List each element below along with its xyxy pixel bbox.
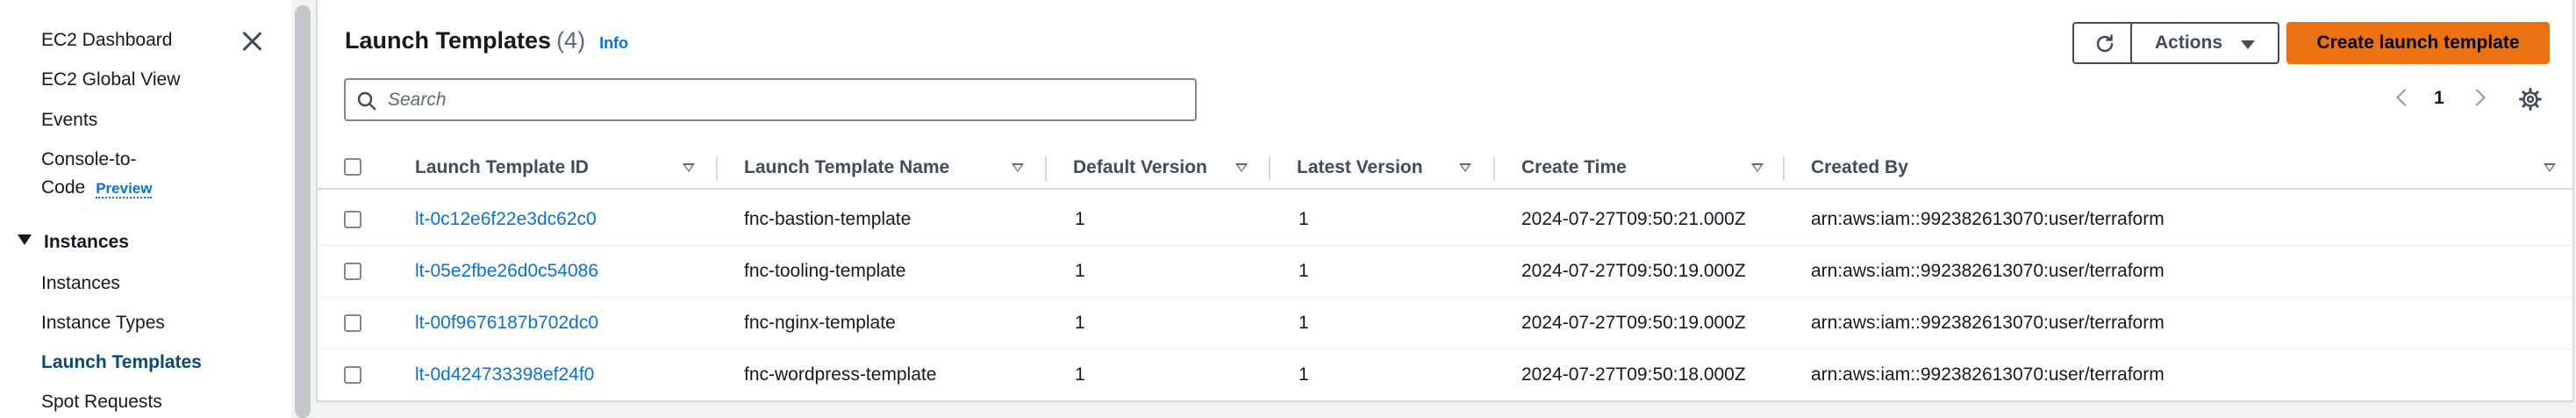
refresh-icon bbox=[2096, 34, 2114, 53]
cell-template-name: fnc-tooling-template bbox=[744, 261, 906, 281]
sidebar-item-ec2-dashboard[interactable]: EC2 Dashboard bbox=[41, 29, 172, 52]
preview-badge[interactable]: Preview bbox=[96, 180, 153, 198]
row-checkbox[interactable] bbox=[344, 263, 361, 280]
sort-icon[interactable] bbox=[1459, 163, 1471, 172]
sidebar-section-label[interactable]: Instances bbox=[44, 232, 129, 252]
row-checkbox[interactable] bbox=[344, 211, 361, 228]
launch-template-id-link[interactable]: lt-05e2fbe26d0c54086 bbox=[415, 261, 598, 282]
chevron-right-icon[interactable] bbox=[2468, 89, 2486, 106]
sidebar-item-instance-types[interactable]: Instance Types bbox=[41, 312, 165, 335]
sort-icon[interactable] bbox=[2544, 163, 2556, 172]
cell-create-time: 2024-07-27T09:50:21.000Z bbox=[1521, 209, 1746, 229]
caret-down-icon[interactable] bbox=[18, 234, 32, 245]
sidebar-item-console-to-code-line1[interactable]: Console-to- bbox=[41, 148, 137, 171]
caret-down-icon bbox=[2241, 40, 2255, 49]
create-launch-template-button[interactable]: Create launch template bbox=[2286, 22, 2550, 64]
column-divider[interactable] bbox=[1493, 156, 1495, 181]
sort-icon[interactable] bbox=[1235, 163, 1248, 172]
row-checkbox[interactable] bbox=[344, 366, 361, 384]
cell-created-by: arn:aws:iam::992382613070:user/terraform bbox=[1811, 364, 2165, 385]
cell-create-time: 2024-07-27T09:50:18.000Z bbox=[1521, 364, 1746, 385]
sidebar-item-spot-requests[interactable]: Spot Requests bbox=[41, 391, 162, 414]
column-divider[interactable] bbox=[1045, 156, 1047, 181]
sidebar-item-console-to-code-line2[interactable]: Code bbox=[41, 177, 85, 198]
row-checkbox[interactable] bbox=[344, 314, 361, 332]
sidebar-item-console-to-code[interactable]: Code Preview bbox=[41, 177, 153, 200]
sort-icon[interactable] bbox=[1012, 163, 1024, 172]
cell-created-by: arn:aws:iam::992382613070:user/terraform bbox=[1811, 209, 2165, 229]
main-content: Launch Templates (4) Info Actions Create l… bbox=[314, 0, 2576, 418]
sidebar: EC2 Dashboard EC2 Global View Events Con… bbox=[0, 0, 291, 418]
refresh-button[interactable] bbox=[2072, 22, 2136, 64]
page-title: Launch Templates bbox=[345, 27, 552, 54]
header: Launch Templates (4) Info bbox=[345, 27, 628, 54]
sort-icon[interactable] bbox=[1751, 163, 1764, 172]
cell-template-name: fnc-wordpress-template bbox=[744, 364, 937, 385]
launch-template-id-link[interactable]: lt-0d424733398ef24f0 bbox=[415, 364, 594, 386]
sort-icon[interactable] bbox=[683, 163, 695, 172]
cell-create-time: 2024-07-27T09:50:19.000Z bbox=[1521, 313, 1746, 333]
chevron-left-icon[interactable] bbox=[2396, 89, 2414, 106]
sidebar-section-instances[interactable]: Instances bbox=[18, 232, 129, 253]
cell-latest-version: 1 bbox=[1299, 261, 1309, 281]
cell-create-time: 2024-07-27T09:50:19.000Z bbox=[1521, 261, 1746, 281]
sidebar-scrollbar-thumb[interactable] bbox=[295, 5, 311, 418]
column-divider[interactable] bbox=[1783, 156, 1785, 181]
cell-default-version: 1 bbox=[1075, 209, 1085, 229]
cell-created-by: arn:aws:iam::992382613070:user/terraform bbox=[1811, 261, 2165, 281]
cell-template-name: fnc-nginx-template bbox=[744, 313, 896, 333]
search-field[interactable] bbox=[344, 78, 1197, 121]
actions-dropdown[interactable]: Actions bbox=[2130, 22, 2279, 64]
search-input[interactable] bbox=[388, 87, 1177, 113]
cell-template-name: fnc-bastion-template bbox=[744, 209, 912, 229]
table-row[interactable]: lt-05e2fbe26d0c54086 fnc-tooling-templat… bbox=[318, 246, 2572, 298]
cell-default-version: 1 bbox=[1075, 364, 1085, 385]
close-icon[interactable] bbox=[239, 28, 265, 54]
column-header-launch-template-id[interactable]: Launch Template ID bbox=[415, 157, 589, 178]
sidebar-item-ec2-global-view[interactable]: EC2 Global View bbox=[41, 68, 180, 91]
cell-default-version: 1 bbox=[1075, 261, 1085, 281]
table-row[interactable]: lt-0d424733398ef24f0 fnc-wordpress-templ… bbox=[318, 350, 2572, 401]
cell-created-by: arn:aws:iam::992382613070:user/terraform bbox=[1811, 313, 2165, 333]
cell-latest-version: 1 bbox=[1299, 313, 1309, 333]
sidebar-item-events[interactable]: Events bbox=[41, 109, 97, 132]
cell-latest-version: 1 bbox=[1299, 364, 1309, 385]
table-row[interactable]: lt-0c12e6f22e3dc62c0 fnc-bastion-templat… bbox=[318, 194, 2572, 246]
cell-latest-version: 1 bbox=[1299, 209, 1309, 229]
column-divider[interactable] bbox=[1269, 156, 1270, 181]
item-count: (4) bbox=[556, 27, 586, 54]
sidebar-item-instances[interactable]: Instances bbox=[41, 272, 120, 295]
launch-template-id-link[interactable]: lt-00f9676187b702dc0 bbox=[415, 313, 598, 334]
sidebar-item-launch-templates[interactable]: Launch Templates bbox=[41, 351, 202, 374]
launch-template-id-link[interactable]: lt-0c12e6f22e3dc62c0 bbox=[415, 209, 597, 230]
cell-default-version: 1 bbox=[1075, 313, 1085, 333]
info-link[interactable]: Info bbox=[599, 34, 628, 52]
table-header: Launch Template ID Launch Template Name … bbox=[318, 148, 2572, 190]
gear-icon[interactable] bbox=[2518, 87, 2543, 116]
current-page[interactable]: 1 bbox=[2434, 88, 2444, 109]
column-header-default-version[interactable]: Default Version bbox=[1073, 157, 1207, 178]
table-row[interactable]: lt-00f9676187b702dc0 fnc-nginx-template … bbox=[318, 298, 2572, 350]
column-header-created-by[interactable]: Created By bbox=[1811, 157, 1908, 178]
column-header-launch-template-name[interactable]: Launch Template Name bbox=[744, 157, 949, 178]
column-header-latest-version[interactable]: Latest Version bbox=[1297, 157, 1423, 178]
search-icon bbox=[357, 91, 376, 111]
actions-label: Actions bbox=[2155, 32, 2223, 53]
column-header-create-time[interactable]: Create Time bbox=[1521, 157, 1627, 178]
select-all-checkbox[interactable] bbox=[344, 158, 361, 176]
launch-templates-panel: Launch Templates (4) Info Actions Create l… bbox=[316, 0, 2574, 402]
column-divider[interactable] bbox=[716, 156, 718, 181]
